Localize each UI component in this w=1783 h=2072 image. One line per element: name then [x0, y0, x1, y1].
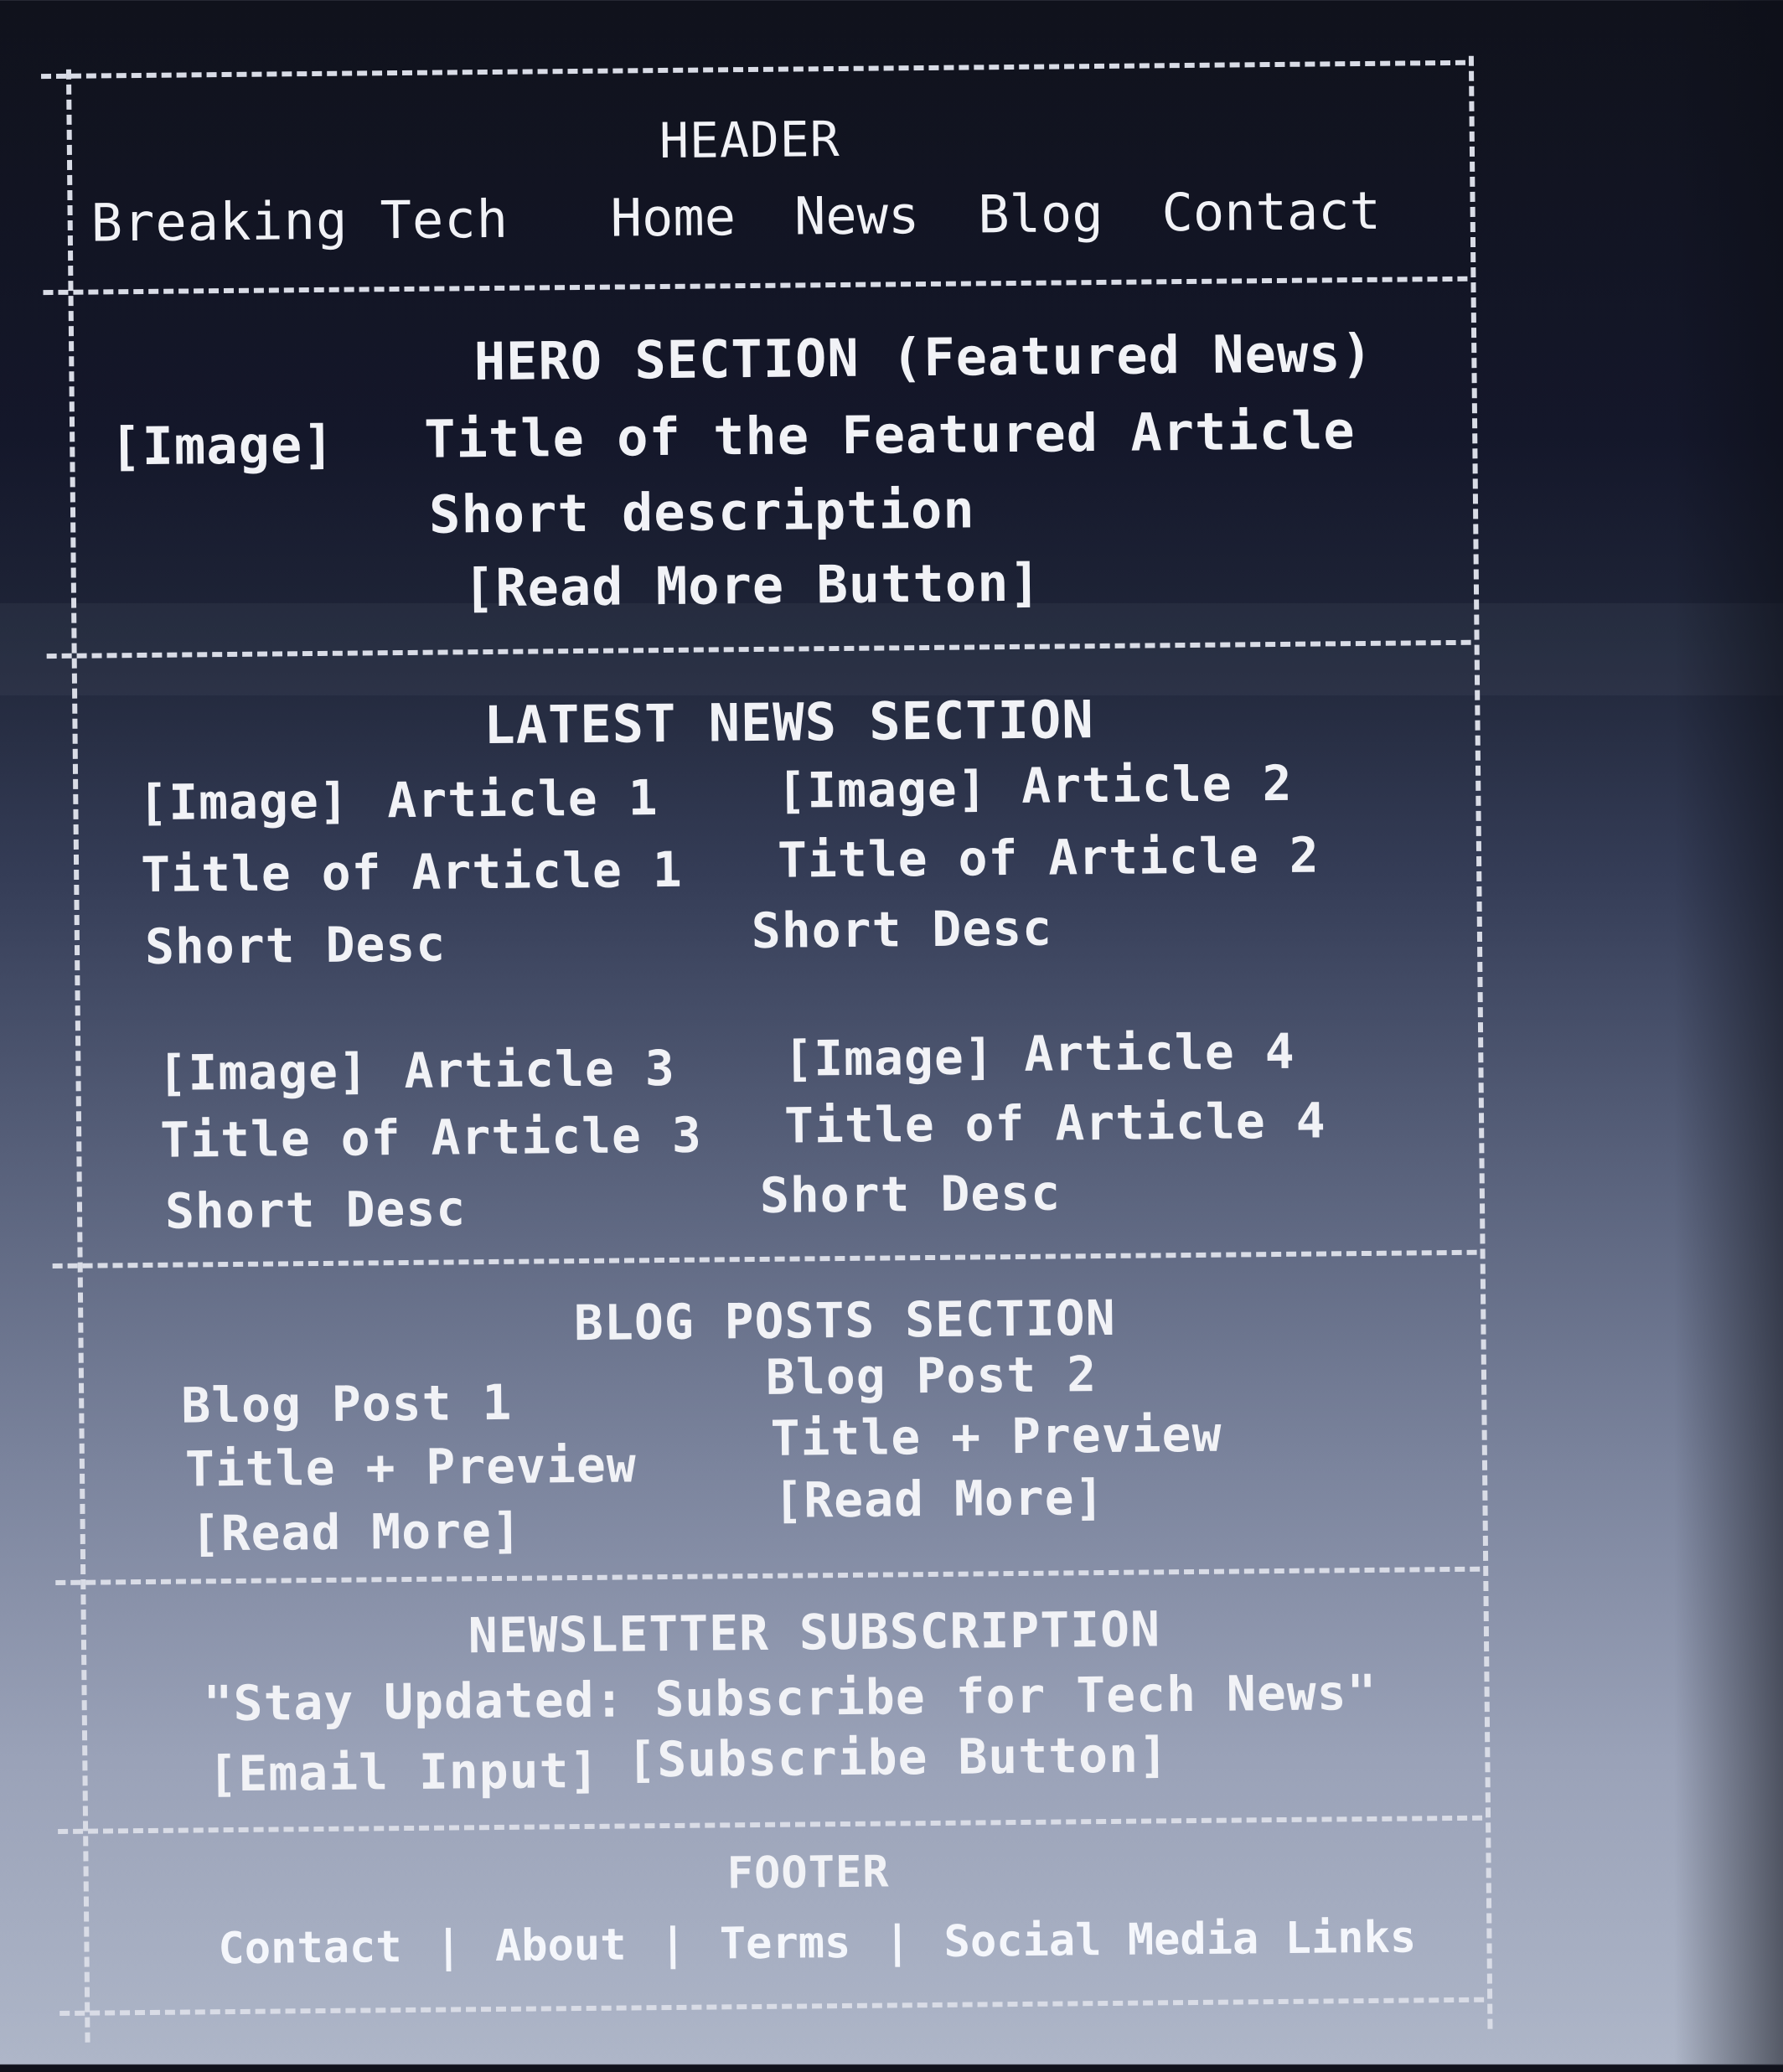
- newsletter-label: NEWSLETTER SUBSCRIPTION: [468, 1600, 1161, 1665]
- article-4-title[interactable]: Title of Article 4: [784, 1092, 1326, 1154]
- article-4-desc: Short Desc: [759, 1164, 1062, 1224]
- article-3-title[interactable]: Title of Article 3: [160, 1107, 702, 1169]
- blog-post-2-name: Blog Post 2: [765, 1346, 1098, 1406]
- blog-post-1-name: Blog Post 1: [180, 1373, 513, 1434]
- article-4-name: Article 4: [1023, 1022, 1295, 1083]
- main-nav: Home News Blog Contact: [610, 180, 1381, 249]
- hero-label: HERO SECTION (Featured News): [473, 322, 1374, 393]
- article-2-image: [Image]: [776, 760, 989, 819]
- footer-link-social[interactable]: Social Media Links: [943, 1912, 1416, 1966]
- footer-link-contact[interactable]: Contact: [218, 1922, 402, 1974]
- blog-post-1-preview: Title + Preview: [184, 1436, 638, 1498]
- footer-label: FOOTER: [726, 1847, 890, 1899]
- hero-description: Short description: [428, 478, 975, 545]
- article-1-image: [Image]: [138, 772, 350, 832]
- blog-post-2-read-more[interactable]: [Read More]: [773, 1469, 1105, 1529]
- nav-news[interactable]: News: [794, 184, 920, 246]
- hero-read-more-button[interactable]: [Read More Button]: [463, 552, 1042, 619]
- wireframe-layout: HEADER Breaking Tech Home News Blog Cont…: [0, 0, 1783, 2072]
- article-1-name: Article 1: [387, 769, 659, 829]
- blog-post-1-read-more[interactable]: [Read More]: [190, 1502, 522, 1563]
- footer-link-terms[interactable]: Terms: [720, 1918, 851, 1970]
- header-label: HEADER: [659, 110, 840, 170]
- subscribe-button[interactable]: [Subscribe Button]: [627, 1726, 1169, 1788]
- latest-news-label: LATEST NEWS SECTION: [483, 689, 1094, 757]
- nav-contact[interactable]: Contact: [1161, 180, 1381, 244]
- article-2-name: Article 2: [1021, 754, 1293, 814]
- article-1-desc: Short Desc: [144, 915, 447, 975]
- nav-home[interactable]: Home: [610, 186, 736, 248]
- hero-image-placeholder: [Image]: [109, 413, 335, 478]
- blog-posts-label: BLOG POSTS SECTION: [573, 1289, 1116, 1352]
- article-3-image: [Image]: [158, 1042, 370, 1102]
- footer-separator: |: [435, 1921, 463, 1972]
- hero-title: Title of the Featured Article: [423, 400, 1357, 470]
- article-2-title[interactable]: Title of Article 2: [778, 827, 1320, 889]
- monitor-screen: HEADER Breaking Tech Home News Blog Cont…: [0, 0, 1783, 2064]
- nav-blog[interactable]: Blog: [978, 183, 1103, 245]
- footer-separator: |: [659, 1919, 687, 1971]
- footer-link-about[interactable]: About: [495, 1920, 627, 1972]
- article-2-desc: Short Desc: [751, 899, 1053, 960]
- article-4-image: [Image]: [783, 1028, 995, 1088]
- blog-post-2-preview: Title + Preview: [770, 1405, 1222, 1467]
- article-1-title[interactable]: Title of Article 1: [141, 841, 683, 903]
- footer-separator: |: [884, 1917, 911, 1968]
- article-3-desc: Short Desc: [164, 1180, 467, 1240]
- site-title[interactable]: Breaking Tech: [90, 189, 509, 254]
- article-3-name: Article 3: [404, 1039, 676, 1100]
- newsletter-tagline: "Stay Updated: Subscribe for Tech News": [203, 1663, 1377, 1733]
- screen-edge-shadow: [1674, 0, 1783, 2064]
- email-input[interactable]: [Email Input]: [208, 1742, 600, 1802]
